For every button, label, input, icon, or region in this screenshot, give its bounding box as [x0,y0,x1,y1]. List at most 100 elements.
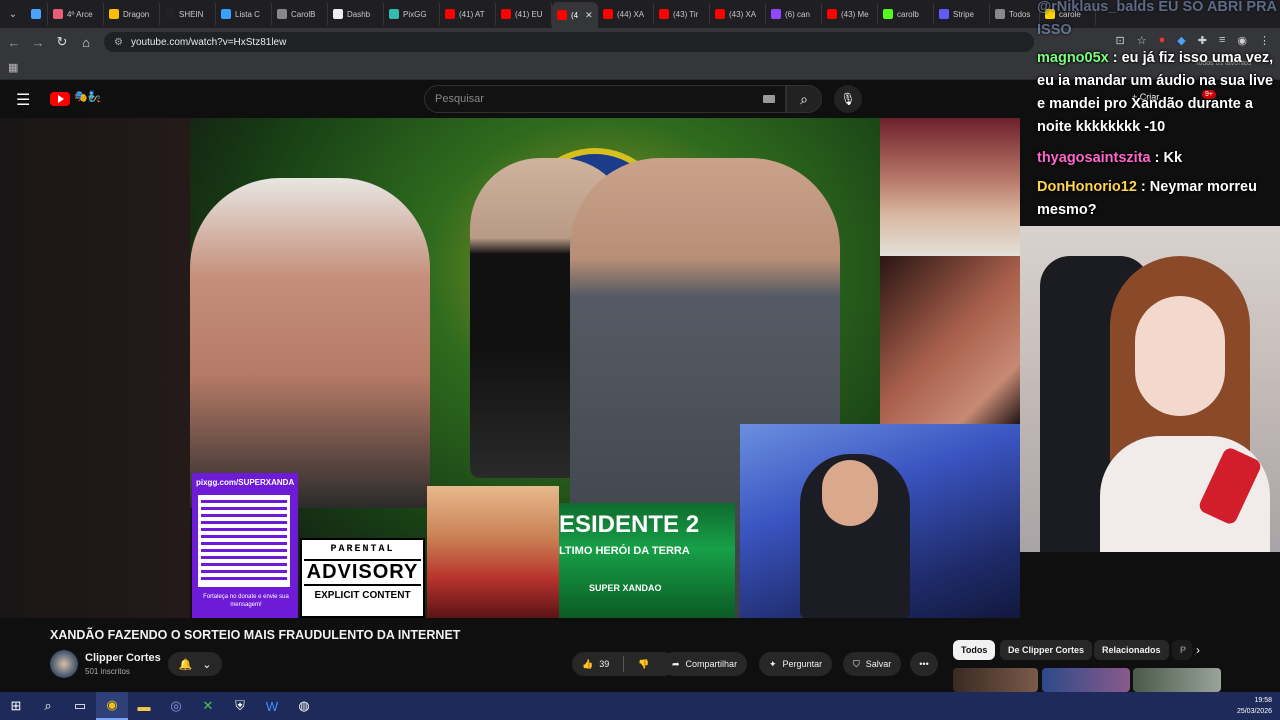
more-actions-button[interactable]: ••• [910,652,938,676]
browser-tab[interactable]: (41) AT [440,3,496,25]
browser-tab[interactable]: 4º Arce [48,3,104,25]
tab-label: 4º Arce [67,9,93,19]
browser-tab[interactable]: (44) XA [598,3,654,25]
chat-username[interactable]: magno05x [1037,50,1109,66]
browser-tab[interactable]: (6) can [766,3,822,25]
browser-tab[interactable]: PixGG [384,3,440,25]
ask-button[interactable]: ✦ Perguntar [759,652,833,676]
keyboard-icon[interactable] [763,95,775,103]
thumbs-up-icon: 👍 [582,658,594,669]
back-icon[interactable]: ← [2,30,26,54]
tab-label: Dragon [123,9,150,19]
search-icon[interactable]: ⌕ [32,692,64,720]
presidente-title: ESIDENTE 2 [559,511,700,538]
save-label: Salvar [865,659,892,669]
system-clock[interactable]: 19:58 25/03/2026 [1237,695,1272,717]
youtube-icon [557,10,567,20]
like-count: 39 [599,659,610,669]
globe-icon [995,9,1005,19]
subscribe-bell-button[interactable]: 🔔 ⌄ [168,652,222,676]
qr-url: pixgg.com/SUPERXANDA [196,478,295,487]
recommended-thumbnail[interactable] [1042,668,1130,692]
share-icon: ➦ [672,658,680,669]
browser-tab[interactable]: (43) Tir [654,3,710,25]
site-info-icon[interactable]: ⚙ [114,37,123,48]
thumbnail-man-facepalm [190,178,430,508]
recommended-thumbnail[interactable] [1133,668,1221,692]
reload-icon[interactable]: ↻ [50,30,74,54]
browser-tab[interactable]: (4 ✕ [552,2,598,28]
tab-search-icon[interactable]: ⌄ [0,0,26,28]
browser-tab[interactable]: carolb [878,3,934,25]
browser-tab[interactable]: (41) EU [496,3,552,25]
word-icon[interactable]: W [256,692,288,720]
search-input[interactable]: Pesquisar [424,85,786,113]
pix-icon [389,9,399,19]
task-view-icon[interactable]: ▭ [64,692,96,720]
chrome-icon[interactable]: ◉ [96,692,128,720]
channel-name[interactable]: Clipper Cortes [85,652,161,664]
forward-icon[interactable]: → [26,30,50,54]
youtube-logo-icon[interactable] [50,92,70,106]
browser-tab[interactable]: Dashb [328,3,384,25]
mic-icon: 🎙 [840,92,856,106]
presidente-brand: SUPER XANDAO [589,583,662,593]
youtube-icon [715,9,725,19]
presidente-banner: ESIDENTE 2 LTIMO HERÓI DA TERRA SUPER XA… [559,503,735,618]
like-button[interactable]: 👍 39 [582,659,609,670]
chevron-down-icon: ⌄ [202,658,212,671]
video-player[interactable]: pixgg.com/SUPERXANDA Fortaleça no donate… [0,118,1020,618]
like-divider [623,656,625,672]
tab-label: SHEIN [179,9,204,19]
chat-username[interactable]: @rNiklaus_balds [1037,0,1154,15]
filter-chip[interactable]: Todos [953,640,996,660]
chat-username[interactable]: DonHonorio12 [1037,179,1137,195]
chevron-right-icon[interactable]: › [1196,643,1200,657]
youtube-icon [501,9,511,19]
dislike-button[interactable]: 👎 [638,659,649,670]
tab-label: (41) EU [515,9,543,19]
close-tab-icon[interactable]: ✕ [585,10,593,21]
obs-icon[interactable]: ◍ [288,692,320,720]
more-icon: ••• [919,659,929,669]
channel-avatar[interactable] [50,650,78,678]
tab-label: (6) can [785,9,810,19]
search-button[interactable]: ⌕ [786,85,822,113]
filter-chip[interactable]: De Clipper Cortes [1000,640,1093,660]
stream-chat-overlay: @rNiklaus_balds EU SO ABRI PRA ISSO magno… [1033,0,1280,226]
browser-tab[interactable]: Dragon [104,3,160,25]
chat-message: @rNiklaus_balds EU SO ABRI PRA ISSO [1037,0,1280,42]
share-button[interactable]: ➦ Compartilhar [662,652,748,676]
qr-caption: Fortaleça no donate e envie sua mensagem… [203,594,289,608]
browser-tab[interactable]: (43) XA [710,3,766,25]
browser-tab[interactable]: SHEIN [160,3,216,25]
windows-start-icon[interactable]: ⊞ [0,692,32,720]
browser-tab[interactable] [26,3,48,25]
save-button[interactable]: ⛉ Salvar [843,652,902,676]
home-icon[interactable]: ⌂ [74,30,98,54]
chat-message: DonHonorio12 : Neymar morreu mesmo? [1037,176,1280,222]
browser-tab[interactable]: (43) Me [822,3,878,25]
circle-icon [333,9,343,19]
discord-icon[interactable]: ◎ [160,692,192,720]
chat-username[interactable]: thyagosaintszita [1037,150,1151,166]
address-bar[interactable]: ⚙ youtube.com/watch?v=HxStz81lew [104,32,1034,52]
file-explorer-icon[interactable]: ▬ [128,692,160,720]
xbox-icon[interactable]: ✕ [192,692,224,720]
apps-grid-icon[interactable]: ▦ [8,61,18,74]
shield-icon[interactable]: ⛨ [224,692,256,720]
youtube-doodle-icon[interactable]: 🎭🧞 [74,90,101,103]
presidente-subtitle: LTIMO HERÓI DA TERRA [559,545,690,557]
browser-tab[interactable]: Stripe [934,3,990,25]
filter-chip[interactable]: P [1172,640,1192,660]
hamburger-menu-icon[interactable]: ☰ [16,90,30,110]
recommended-thumbnail[interactable] [953,668,1038,692]
browser-tab[interactable]: CarolB [272,3,328,25]
thumbs-down-icon: 👎 [638,658,650,669]
windows-taskbar: ⊞ ⌕ ▭ ◉ ▬ ◎ ✕ ⛨ W ◍ 19:58 25/03/2026 [0,692,1280,720]
browser-tab[interactable]: Lista C [216,3,272,25]
parental-line2: ADVISORY [304,559,421,586]
filter-chip[interactable]: Relacionados [1094,640,1169,660]
ask-label: Perguntar [782,659,823,669]
voice-search-button[interactable]: 🎙 [834,85,862,113]
